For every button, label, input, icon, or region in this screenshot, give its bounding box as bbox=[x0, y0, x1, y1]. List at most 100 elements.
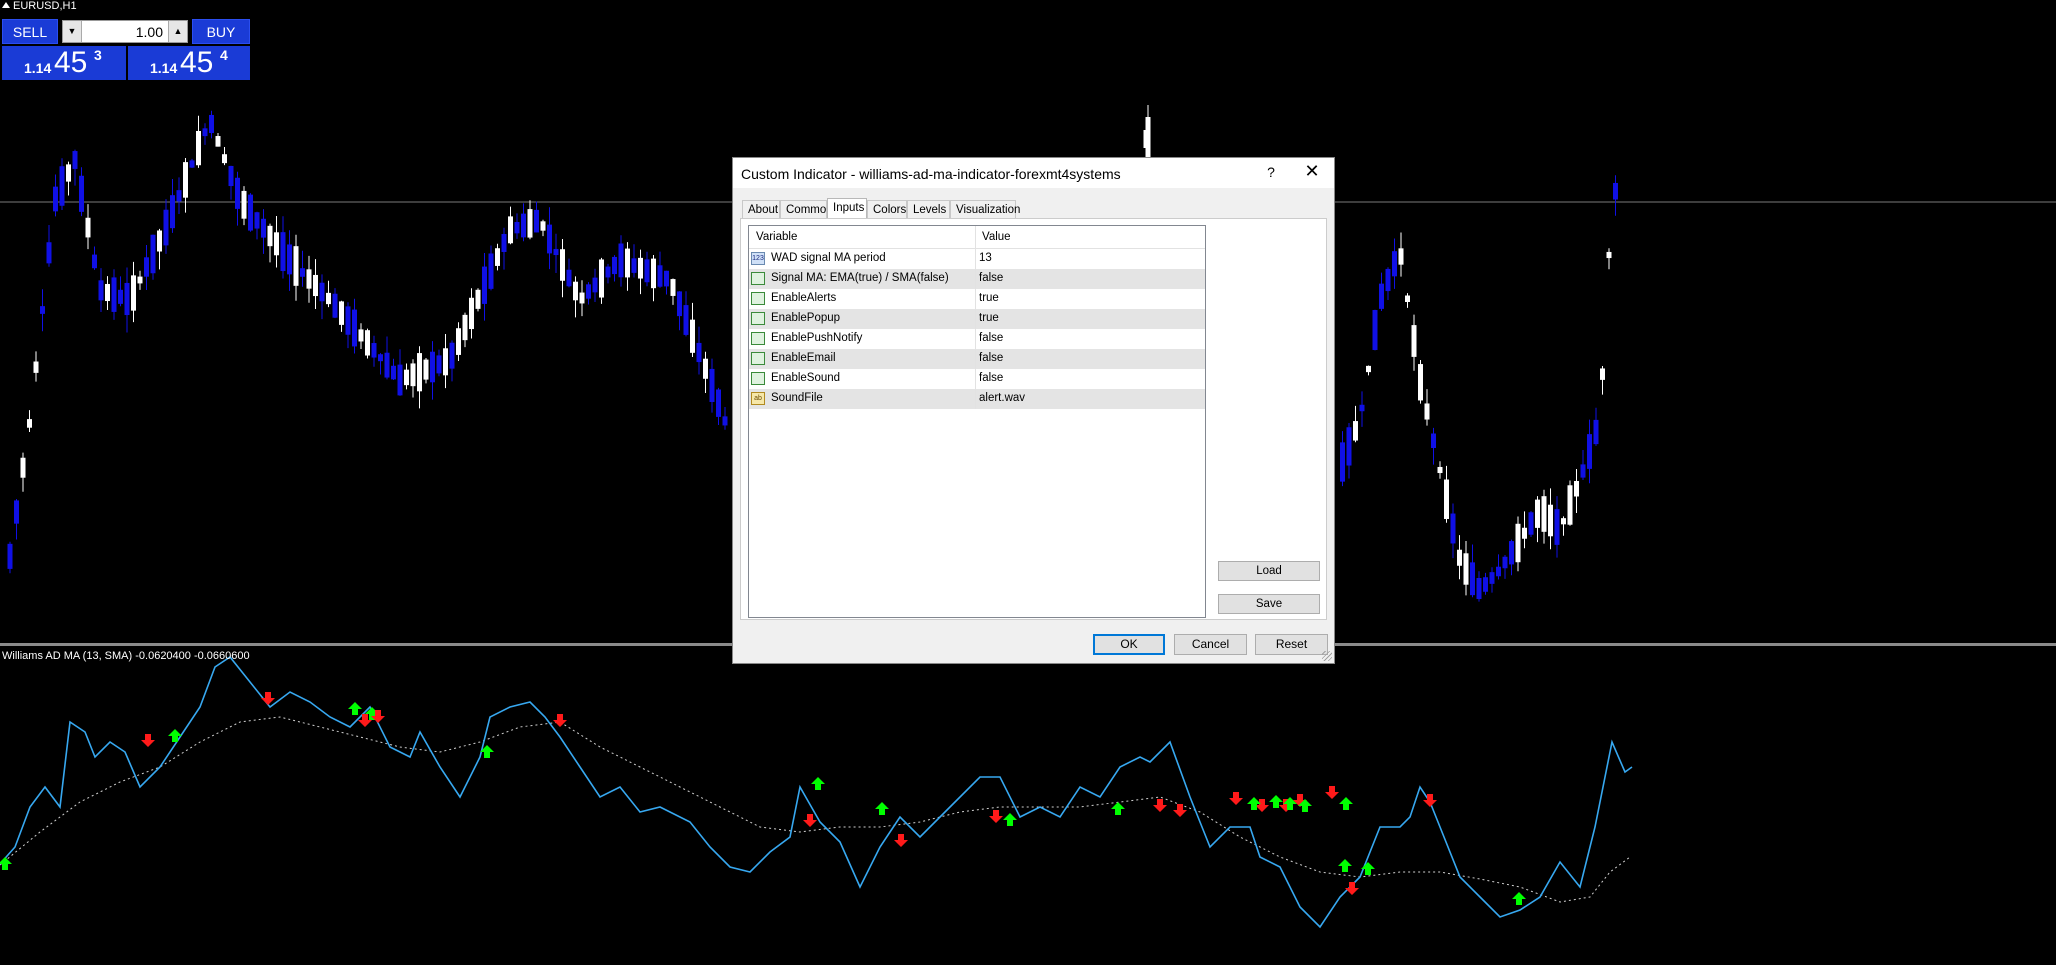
candle-body bbox=[514, 222, 520, 234]
candle-body bbox=[1515, 523, 1521, 563]
candle-body bbox=[1463, 553, 1469, 585]
tab-common[interactable]: Common bbox=[780, 200, 833, 218]
candle-body bbox=[53, 186, 58, 212]
candle-body bbox=[150, 234, 156, 274]
candle-body bbox=[696, 342, 702, 363]
candle-body bbox=[1418, 364, 1423, 401]
dialog-titlebar[interactable]: Custom Indicator - williams-ad-ma-indica… bbox=[733, 158, 1334, 188]
candle-body bbox=[163, 209, 169, 246]
candle-body bbox=[79, 175, 84, 212]
tab-about[interactable]: About bbox=[742, 200, 780, 218]
table-row[interactable]: EnablePushNotify false bbox=[749, 329, 1205, 349]
candle-body bbox=[1450, 513, 1456, 544]
candle-body bbox=[326, 292, 331, 305]
candle-body bbox=[157, 230, 162, 252]
candle-body bbox=[1143, 130, 1149, 148]
table-row[interactable]: 123 WAD signal MA period 13 bbox=[749, 249, 1205, 269]
table-row[interactable]: EnablePopup true bbox=[749, 309, 1205, 329]
candle-body bbox=[1580, 464, 1586, 478]
candle-body bbox=[644, 259, 650, 283]
table-row[interactable]: EnableEmail false bbox=[749, 349, 1205, 369]
candle-body bbox=[27, 419, 32, 428]
column-variable[interactable]: Variable bbox=[756, 231, 797, 243]
chart-window[interactable]: EURUSD,H1 Williams AD MA (13, SMA) -0.06… bbox=[0, 0, 2056, 965]
lot-size-input[interactable] bbox=[83, 22, 163, 41]
sell-arrow-icon bbox=[1229, 792, 1243, 805]
ok-button[interactable]: OK bbox=[1093, 634, 1165, 655]
candle-body bbox=[651, 258, 656, 289]
candle-body bbox=[1522, 527, 1527, 539]
save-button[interactable]: Save bbox=[1218, 594, 1320, 614]
tab-levels[interactable]: Levels bbox=[907, 200, 950, 218]
ask-price-button[interactable]: 1.14 45 4 bbox=[128, 46, 250, 80]
candle-body bbox=[1476, 578, 1482, 599]
candle-body bbox=[98, 280, 104, 301]
sell-button[interactable]: SELL bbox=[2, 19, 58, 44]
ask-price-big: 45 bbox=[180, 46, 214, 79]
candle-body bbox=[20, 457, 26, 478]
bid-price-button[interactable]: 1.14 45 3 bbox=[2, 46, 126, 80]
candle-body bbox=[475, 289, 481, 309]
candle-body bbox=[1528, 512, 1534, 535]
indicator-label: Williams AD MA (13, SMA) -0.0620400 -0.0… bbox=[2, 650, 250, 662]
lot-decrease-button[interactable]: ▼ bbox=[63, 21, 82, 42]
tab-colors[interactable]: Colors bbox=[867, 200, 907, 218]
candle-body bbox=[670, 279, 676, 296]
reset-button[interactable]: Reset bbox=[1255, 634, 1328, 655]
tab-inputs[interactable]: Inputs bbox=[827, 198, 867, 219]
candle-body bbox=[449, 342, 455, 369]
buy-arrow-icon bbox=[0, 857, 12, 870]
candle-body bbox=[92, 254, 97, 269]
candle-body bbox=[1606, 251, 1612, 259]
buy-arrow-icon bbox=[1003, 813, 1017, 826]
sell-arrow-icon bbox=[1325, 786, 1339, 799]
buy-arrow-icon bbox=[348, 702, 362, 715]
table-row[interactable]: EnableSound false bbox=[749, 369, 1205, 389]
close-icon[interactable]: ✕ bbox=[1298, 161, 1326, 182]
candle-body bbox=[423, 359, 429, 380]
candle-body bbox=[1470, 562, 1475, 596]
candle-body bbox=[319, 282, 325, 302]
candle-body bbox=[1392, 251, 1397, 277]
column-value[interactable]: Value bbox=[982, 231, 1011, 243]
buy-button[interactable]: BUY bbox=[192, 19, 250, 44]
candle-body bbox=[1372, 310, 1378, 350]
cancel-button[interactable]: Cancel bbox=[1174, 634, 1247, 655]
candle-body bbox=[111, 277, 117, 312]
candle-body bbox=[1600, 368, 1605, 380]
lot-increase-button[interactable]: ▲ bbox=[168, 21, 187, 42]
candle-body bbox=[384, 352, 390, 378]
boolean-icon bbox=[751, 332, 765, 345]
string-icon: ab bbox=[751, 392, 765, 405]
one-click-trading-panel: SELL ▼ ▲ BUY 1.14 45 3 1.14 45 4 bbox=[0, 19, 252, 81]
candle-body bbox=[1502, 556, 1508, 569]
lot-size-control: ▼ ▲ bbox=[62, 20, 188, 43]
candle-body bbox=[618, 243, 624, 278]
candle-body bbox=[683, 305, 689, 335]
candle-body bbox=[131, 275, 136, 311]
symbol-label: EURUSD,H1 bbox=[2, 0, 77, 12]
candle-body bbox=[170, 195, 175, 229]
buy-arrow-icon bbox=[168, 729, 182, 742]
boolean-icon bbox=[751, 292, 765, 305]
indicator-subwindow[interactable] bbox=[0, 647, 2056, 965]
sell-arrow-icon bbox=[803, 814, 817, 827]
candle-body bbox=[677, 291, 682, 317]
candle-body bbox=[553, 248, 559, 256]
resize-grip-icon[interactable] bbox=[1322, 651, 1332, 661]
candle-body bbox=[1613, 182, 1618, 200]
candle-body bbox=[345, 306, 351, 335]
tab-visualization[interactable]: Visualization bbox=[950, 200, 1020, 218]
sell-arrow-icon bbox=[989, 810, 1003, 823]
table-row[interactable]: ab SoundFile alert.wav bbox=[749, 389, 1205, 409]
load-button[interactable]: Load bbox=[1218, 561, 1320, 581]
candle-body bbox=[1444, 479, 1449, 519]
candle-body bbox=[508, 216, 513, 244]
triangle-up-icon bbox=[2, 2, 10, 8]
table-row[interactable]: EnableAlerts true bbox=[749, 289, 1205, 309]
help-icon[interactable]: ? bbox=[1260, 164, 1282, 180]
candle-body bbox=[241, 190, 247, 219]
table-row[interactable]: Signal MA: EMA(true) / SMA(false) false bbox=[749, 269, 1205, 289]
candle-body bbox=[592, 277, 598, 293]
candle-body bbox=[287, 244, 292, 275]
